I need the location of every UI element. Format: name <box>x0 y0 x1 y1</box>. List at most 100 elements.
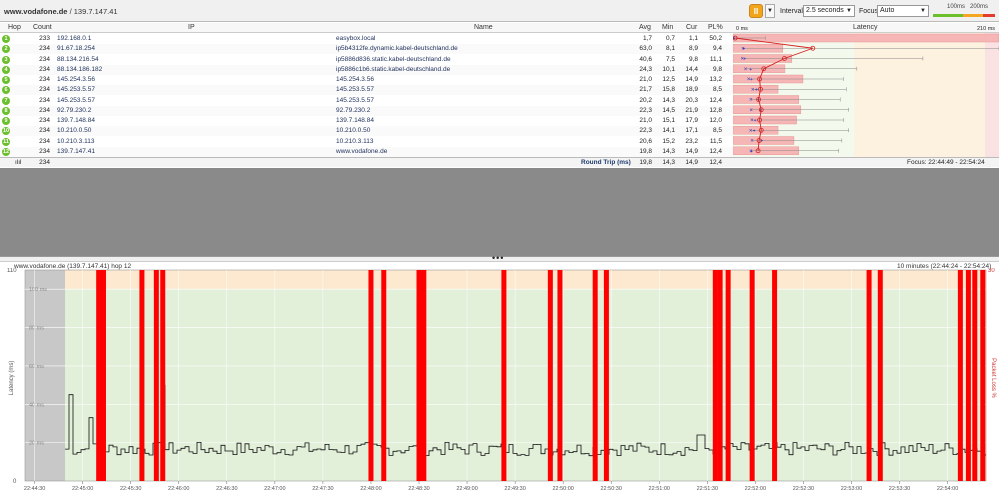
summary-min: 14,3 <box>662 159 675 166</box>
hop-number-badge: 8 <box>2 106 10 115</box>
latency-zone-warn <box>854 33 985 157</box>
x-tick-label: 22:50:30 <box>600 486 621 492</box>
hop-cur: 14,9 <box>685 147 698 155</box>
timegraph[interactable]: 100 ms 80 ms 60 ms 40 ms 20 ms 22:44:30 22:45:… <box>0 268 999 497</box>
x-tick-label: 22:53:00 <box>841 486 862 492</box>
packet-loss-bar <box>725 270 731 481</box>
hop-avg: 21,7 <box>639 86 652 94</box>
hop-row[interactable]: 9 234 139.7.148.84 139.7.148.84 21,0 15,1 17,9… <box>0 116 733 126</box>
hop-row[interactable]: 5 234 145.254.3.56 145.254.3.56 21,0 12,5 14,9… <box>0 75 733 85</box>
x-tick-label: 22:47:30 <box>312 486 333 492</box>
hop-pl: 13,2 <box>709 76 722 83</box>
x-tick-label: 22:51:00 <box>649 486 670 492</box>
header-pl[interactable]: PL% <box>708 24 723 31</box>
summary-count: 234 <box>39 159 50 166</box>
hop-name: ip5b4312fe.dynamic.kabel-deutschland.de <box>336 45 458 53</box>
hop-ip: 145.253.5.57 <box>57 86 95 94</box>
header-avg[interactable]: Avg <box>639 24 651 31</box>
hop-pl: 8,5 <box>712 127 722 135</box>
x-tick-label: 22:48:00 <box>360 486 381 492</box>
header-hop[interactable]: Hop <box>8 24 21 31</box>
hop-row[interactable]: 11 234 10.210.3.113 10.210.3.113 20,6 15,2 23,… <box>0 137 733 147</box>
hop-name: 145.253.5.57 <box>336 86 374 94</box>
header-cur[interactable]: Cur <box>686 24 697 31</box>
hop-avg: 63,0 <box>639 45 652 53</box>
x-tick-label: 22:46:30 <box>216 486 237 492</box>
header-min[interactable]: Min <box>662 24 673 31</box>
hop-min: 15,2 <box>662 137 675 145</box>
focus-select[interactable]: Auto ▼ <box>877 5 929 17</box>
header-ip[interactable]: IP <box>188 24 195 31</box>
hop-pl: 12,4 <box>709 147 722 155</box>
hop-row[interactable]: 6 234 145.253.5.57 145.253.5.57 21,7 15,8 18,9… <box>0 85 733 96</box>
hop-cur: 17,1 <box>685 127 698 135</box>
hop-row[interactable]: 12 234 139.7.147.41 www.vodafone.de 19,8 14,3… <box>0 146 733 157</box>
packet-loss-bar <box>368 270 374 481</box>
interval-label: Interval <box>780 8 803 15</box>
hop-cur: 18,9 <box>685 86 698 94</box>
x-tick-label: 22:45:30 <box>120 486 141 492</box>
hop-cur: 17,9 <box>685 117 698 124</box>
hop-name: ip5886c1b6.static.kabel-deutschland.de <box>336 65 451 73</box>
empty-grid-area <box>0 168 999 256</box>
pause-button[interactable]: II <box>749 4 763 18</box>
hop-row[interactable]: 10 234 10.210.0.50 10.210.0.50 22,3 14,1 17,1 8… <box>0 126 733 137</box>
min-marker: × <box>749 98 753 104</box>
y-max-label: 110 <box>7 268 17 274</box>
hop-row[interactable]: 4 234 88.134.186.182 ip5886c1b6.static.kabe… <box>0 64 733 75</box>
hop-row[interactable]: 1 233 192.168.0.1 easybox.local 1,7 0,7 1,1 50,… <box>0 34 733 44</box>
hop-avg: 21,0 <box>639 76 652 83</box>
inner-y-label: 80 ms <box>29 326 44 332</box>
packet-loss-bar <box>712 270 718 481</box>
inner-y-label: 20 ms <box>29 441 44 447</box>
hop-name: www.vodafone.de <box>336 147 388 155</box>
summary-graph-icon[interactable]: ılıl <box>15 159 22 166</box>
hop-count: 234 <box>39 117 50 124</box>
header-count[interactable]: Count <box>33 24 52 31</box>
hop-row[interactable]: 7 234 145.253.5.57 145.253.5.57 20,2 14,3 20,3… <box>0 96 733 106</box>
hop-pl: 50,2 <box>709 35 722 42</box>
hop-min: 0,7 <box>665 35 675 42</box>
splitter-grip-icon: ••• <box>492 253 505 263</box>
hop-row[interactable]: 3 234 88.134.216.54 ip5886d836.static.kabel… <box>0 55 733 65</box>
hop-pl: 8,5 <box>712 86 722 94</box>
x-tick-label: 22:53:30 <box>889 486 910 492</box>
panel-splitter[interactable]: ••• <box>0 253 999 263</box>
y-min-label: 0 <box>13 479 17 485</box>
latency-scale-max: 210 ms <box>977 26 996 32</box>
hop-ip: 10.210.3.113 <box>57 137 95 145</box>
interval-select[interactable]: 2.5 seconds ▼ <box>803 5 855 17</box>
x-tick-label: 22:44:30 <box>24 486 45 492</box>
chevron-down-icon: ▼ <box>767 8 773 14</box>
hop-count: 234 <box>39 96 50 104</box>
packet-loss-bar <box>972 270 978 481</box>
hop-ip: 139.7.147.41 <box>57 147 95 155</box>
header-latency[interactable]: Latency <box>853 24 878 31</box>
hop-row[interactable]: 2 234 91.67.18.254 ip5b4312fe.dynamic.kabel… <box>0 44 733 55</box>
hop-pl: 9,8 <box>712 65 722 73</box>
hop-count: 234 <box>39 106 50 114</box>
summary-pl: 12,4 <box>709 159 722 166</box>
x-tick-label: 22:51:30 <box>697 486 718 492</box>
hop-row[interactable]: 8 234 92.79.230.2 92.79.230.2 22,3 14,5 21,9 12… <box>0 105 733 116</box>
current-marker: + <box>750 149 753 155</box>
hop-name: 145.253.5.57 <box>336 96 374 104</box>
pause-dropdown-button[interactable]: ▼ <box>765 4 775 18</box>
hop-min: 14,3 <box>662 147 675 155</box>
hop-name: easybox.local <box>336 35 376 42</box>
summary-cur: 14,9 <box>685 159 698 166</box>
packet-loss-bar <box>557 270 563 481</box>
packet-loss-bar <box>381 270 387 481</box>
x-tick-label: 22:52:30 <box>793 486 814 492</box>
header-name[interactable]: Name <box>474 24 493 31</box>
hop-avg: 40,6 <box>639 55 652 63</box>
hop-avg: 22,3 <box>639 127 652 135</box>
hop-cur: 14,9 <box>685 76 698 83</box>
hop-number-badge: 11 <box>2 137 10 146</box>
toolbar: www.vodafone.de / 139.7.147.41 II ▼ Inte… <box>0 0 999 22</box>
chevron-down-icon: ▼ <box>846 8 852 14</box>
min-marker: × <box>744 67 748 73</box>
hop-min: 14,3 <box>662 96 675 104</box>
packet-loss-bar <box>877 270 883 481</box>
packet-loss-bar <box>717 270 723 481</box>
